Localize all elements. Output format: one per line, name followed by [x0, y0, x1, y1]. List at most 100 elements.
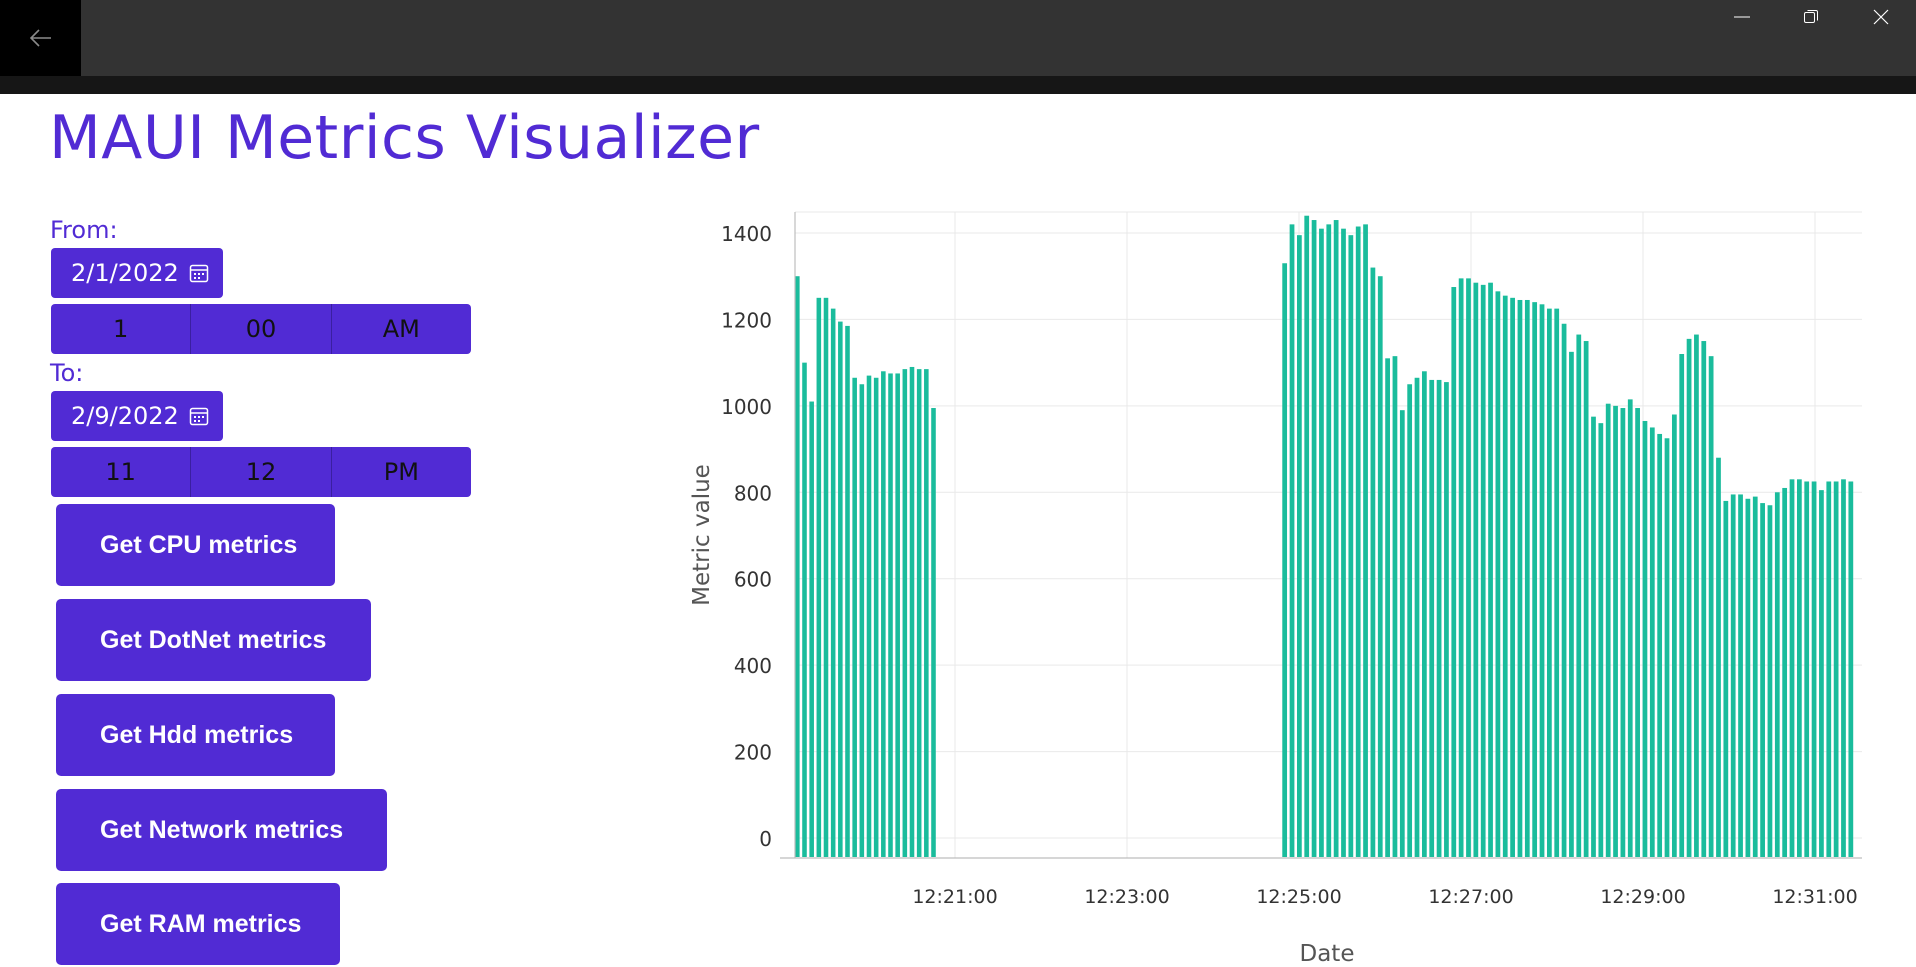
chart-bar: [1421, 371, 1427, 857]
get-ram-metrics-button[interactable]: Get RAM metrics: [56, 883, 340, 965]
get-hdd-metrics-button[interactable]: Get Hdd metrics: [56, 694, 335, 776]
to-time-picker[interactable]: 11 12 PM: [51, 447, 471, 497]
minimize-icon: [1734, 16, 1750, 18]
chart-bar: [1451, 287, 1457, 858]
chart-bar: [1591, 416, 1596, 857]
to-hour[interactable]: 11: [51, 447, 190, 497]
chart-bar: [859, 384, 865, 857]
chart-bar: [1311, 220, 1317, 858]
chart-bar: [816, 297, 822, 858]
chart-bar: [1355, 226, 1361, 858]
get-network-metrics-button[interactable]: Get Network metrics: [56, 789, 387, 871]
chart-bar: [1436, 379, 1442, 857]
chart-bar: [1524, 299, 1530, 857]
from-minute[interactable]: 00: [190, 304, 330, 354]
chart-bar: [1370, 267, 1376, 858]
chart-bar: [866, 375, 872, 857]
chart-bar: [1774, 492, 1780, 857]
chart-bar: [1789, 479, 1795, 857]
get-dotnet-metrics-button[interactable]: Get DotNet metrics: [56, 599, 371, 681]
chart-bar: [1686, 338, 1692, 857]
chart-bar: [1385, 358, 1390, 857]
chart-bar: [830, 308, 836, 857]
chart-bar: [1539, 304, 1545, 857]
chart-bar: [852, 377, 857, 857]
x-axis-title: Date: [1300, 941, 1355, 967]
chart-bar: [1598, 423, 1604, 857]
calendar-icon: [189, 407, 209, 426]
chart-bar: [838, 321, 843, 857]
chart-bar: [1546, 308, 1552, 857]
to-date-picker[interactable]: 2/9/2022: [51, 391, 223, 441]
restore-button[interactable]: [1776, 0, 1846, 34]
chart-bar: [1473, 282, 1479, 858]
to-label: To:: [50, 359, 84, 387]
chart-bar: [1760, 503, 1765, 857]
get-cpu-metrics-button[interactable]: Get CPU metrics: [56, 504, 335, 586]
chart-bar: [1642, 420, 1648, 857]
chart-bar: [873, 377, 879, 857]
chart-bar: [1480, 284, 1486, 857]
chart-bar: [1841, 479, 1846, 857]
chart-bar: [1657, 433, 1663, 857]
chart-bar: [1708, 356, 1714, 857]
calendar-icon: [189, 264, 209, 283]
chart-bar: [1752, 496, 1758, 857]
chart-bar: [1569, 351, 1574, 857]
chart-bar: [1701, 341, 1707, 857]
chart-bar: [1811, 481, 1817, 857]
y-tick-label: 1000: [721, 395, 772, 419]
chart-bar: [1502, 295, 1508, 857]
arrow-left-icon: [29, 29, 51, 47]
chart-bar: [1804, 481, 1810, 857]
chart-bar: [1694, 334, 1699, 857]
x-tick-label: 12:25:00: [1256, 886, 1341, 908]
chart-bar: [1289, 224, 1295, 857]
chart-bar: [1304, 215, 1310, 857]
chart-bar: [1326, 224, 1332, 857]
y-tick-label: 200: [734, 741, 772, 765]
chart-bar: [1782, 487, 1788, 857]
x-tick-label: 12:23:00: [1084, 886, 1169, 908]
from-time-picker[interactable]: 1 00 AM: [51, 304, 471, 354]
from-ampm[interactable]: AM: [330, 304, 471, 354]
chart-bar: [881, 371, 886, 857]
chart-bar: [1554, 308, 1560, 857]
to-date-value: 2/9/2022: [71, 402, 179, 430]
from-date-picker[interactable]: 2/1/2022: [51, 248, 223, 298]
y-axis-title: Metric value: [689, 464, 715, 606]
to-ampm[interactable]: PM: [330, 447, 471, 497]
x-tick-label: 12:21:00: [912, 886, 997, 908]
chart-bar: [1414, 377, 1420, 857]
chart-bar: [1833, 481, 1839, 857]
chart-bar: [845, 325, 850, 857]
chart-bar: [1444, 382, 1449, 857]
minimize-button[interactable]: [1707, 0, 1777, 34]
chart-bar: [1392, 356, 1398, 857]
chart-bar: [895, 373, 900, 857]
chart-bar: [1407, 384, 1413, 857]
chart-bar: [916, 369, 922, 857]
chart-bar: [809, 401, 814, 857]
chart-bar: [924, 369, 929, 857]
chart-bar: [1583, 341, 1589, 857]
close-button[interactable]: [1846, 0, 1916, 34]
chart-bar: [1399, 410, 1405, 857]
x-tick-label: 12:29:00: [1600, 886, 1685, 908]
chart-bar: [1495, 291, 1501, 857]
restore-icon: [1804, 10, 1818, 23]
chart-bar: [1745, 498, 1751, 857]
chart-bar: [909, 366, 915, 857]
y-tick-label: 400: [734, 654, 772, 678]
chart-bar: [1517, 299, 1523, 857]
to-minute[interactable]: 12: [190, 447, 330, 497]
back-button[interactable]: [0, 0, 81, 76]
chart-bar: [1466, 278, 1471, 857]
chart-bar: [1613, 405, 1618, 857]
chart-bar: [1738, 494, 1743, 857]
chart-bar: [902, 369, 908, 857]
chart-bar: [1671, 414, 1677, 857]
from-hour[interactable]: 1: [51, 304, 190, 354]
chart-bar: [795, 276, 800, 857]
chart-bar: [1510, 297, 1515, 858]
